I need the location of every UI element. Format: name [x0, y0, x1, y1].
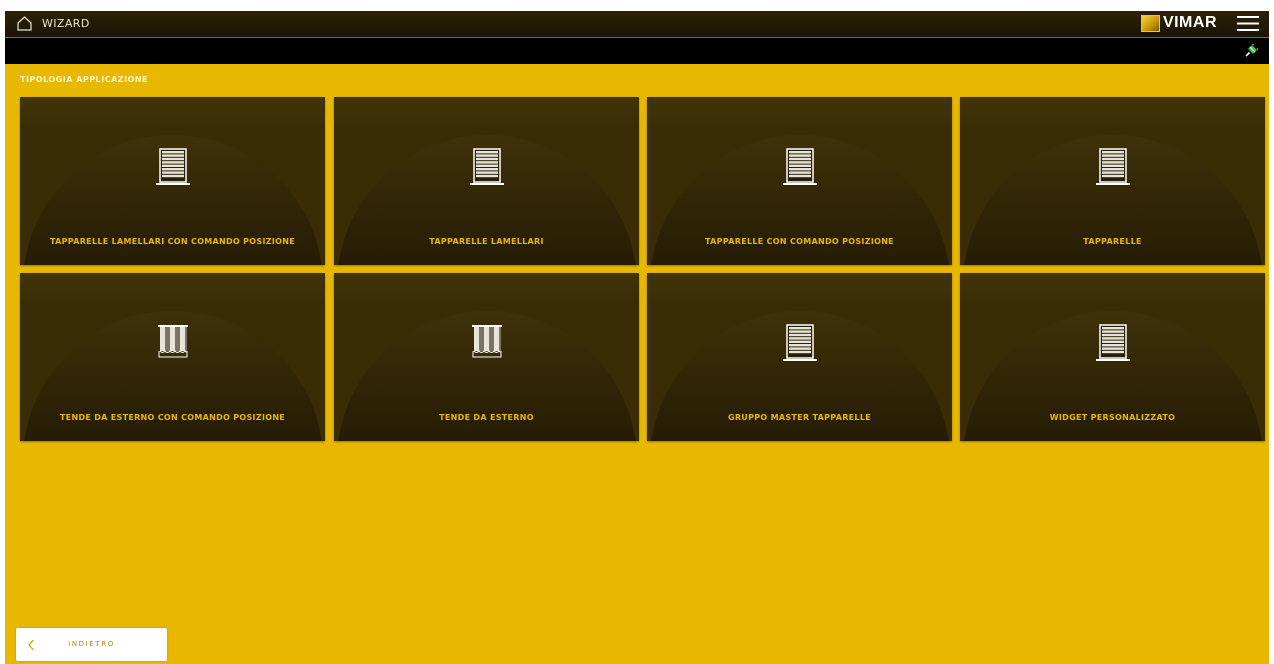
card-widget-personalizzato[interactable]: WIDGET PERSONALIZZATO [960, 273, 1265, 441]
header-title: WIZARD [42, 17, 90, 30]
card-tapparelle[interactable]: TAPPARELLE [960, 97, 1265, 265]
card-label: TENDE DA ESTERNO [439, 413, 534, 422]
card-label: TAPPARELLE [1083, 237, 1142, 246]
plug-connection-icon [1245, 44, 1258, 57]
card-tende-esterno-comando-posizione[interactable]: TENDE DA ESTERNO CON COMANDO POSIZIONE [20, 273, 325, 441]
app-screen: WIZARD VIMAR TIPOLOGIA APPLICAZIONE TAPP… [5, 11, 1269, 664]
status-bar [5, 38, 1269, 64]
card-label: GRUPPO MASTER TAPPARELLE [727, 413, 871, 422]
shutter-icon [782, 148, 817, 185]
shutter-icon [155, 148, 190, 185]
shutter-icon [1095, 324, 1130, 361]
awning-icon [157, 325, 188, 358]
vimar-logo-mark-icon [1140, 14, 1160, 32]
card-tende-esterno[interactable]: TENDE DA ESTERNO [334, 273, 639, 441]
shutter-icon [1095, 148, 1130, 185]
card-label: TAPPARELLE CON COMANDO POSIZIONE [705, 237, 894, 246]
card-tapparelle-lamellari-comando-posizione[interactable]: TAPPARELLE LAMELLARI CON COMANDO POSIZIO… [20, 97, 325, 265]
card-label: WIDGET PERSONALIZZATO [1049, 413, 1176, 422]
header-bar: WIZARD VIMAR [5, 11, 1269, 38]
card-gruppo-master-tapparelle[interactable]: GRUPPO MASTER TAPPARELLE [647, 273, 952, 441]
shutter-icon [782, 324, 817, 361]
hamburger-menu-icon[interactable] [1237, 14, 1259, 33]
home-icon[interactable] [16, 15, 33, 32]
shutter-icon [469, 148, 504, 185]
brand-name: VIMAR [1162, 14, 1217, 31]
card-tapparelle-lamellari[interactable]: TAPPARELLE LAMELLARI [334, 97, 639, 265]
back-button[interactable]: INDIETRO [16, 628, 167, 661]
awning-icon [471, 325, 502, 358]
section-title: TIPOLOGIA APPLICAZIONE [20, 75, 149, 84]
card-label: TENDE DA ESTERNO CON COMANDO POSIZIONE [59, 413, 286, 422]
card-label: TAPPARELLE LAMELLARI [429, 237, 544, 246]
back-button-label: INDIETRO [68, 640, 115, 648]
vimar-logo: VIMAR [1140, 14, 1217, 32]
card-label: TAPPARELLE LAMELLARI CON COMANDO POSIZIO… [50, 237, 295, 246]
card-tapparelle-comando-posizione[interactable]: TAPPARELLE CON COMANDO POSIZIONE [647, 97, 952, 265]
